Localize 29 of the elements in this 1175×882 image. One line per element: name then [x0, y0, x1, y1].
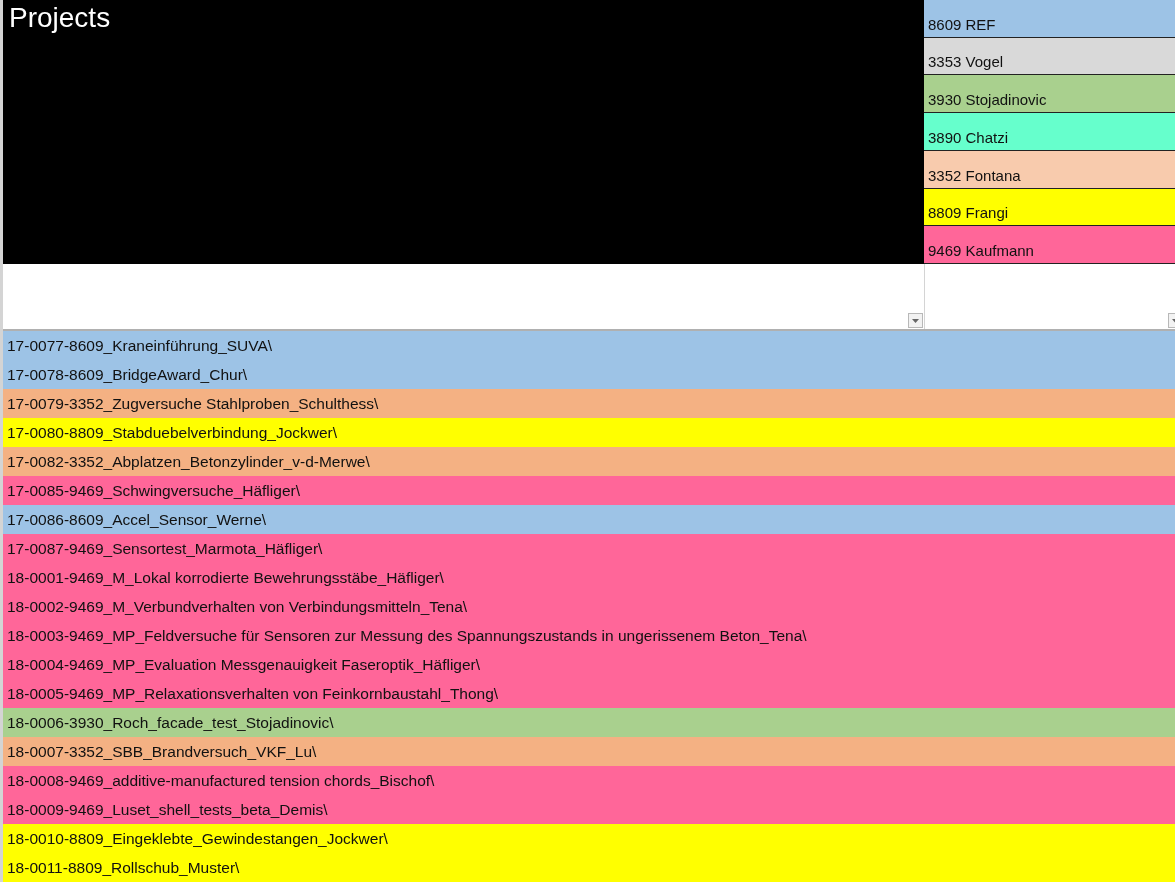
- sheet-title: Projects: [9, 2, 111, 33]
- legend-cell: 3930 Stojadinovic: [924, 75, 1175, 114]
- legend-cell: 3353 Vogel: [924, 37, 1175, 76]
- project-row: 17-0085-9469_Schwingversuche_Häfliger\: [3, 476, 1175, 505]
- project-row: 18-0001-9469_M_Lokal korrodierte Bewehrungsstäbe_Häfliger\: [3, 563, 1175, 592]
- project-row: 18-0008-9469_additive-manufactured tension chords_Bischof\: [3, 766, 1175, 795]
- legend-cell: 8609 REF: [924, 0, 1175, 38]
- project-row: 17-0080-8809_Stabduebelverbindung_Jockwer\: [3, 418, 1175, 447]
- project-row: 17-0082-3352_Abplatzen_Betonzylinder_v-d-Merwe\: [3, 447, 1175, 476]
- project-row: 18-0003-9469_MP_Feldversuche für Sensoren zur Messung des Spannungszustands in ungerissenem Beton_Tena\: [3, 621, 1175, 650]
- legend-cell: 9469 Kaufmann: [924, 226, 1175, 265]
- project-row: 18-0002-9469_M_Verbundverhalten von Verbindungsmitteln_Tena\: [3, 592, 1175, 621]
- project-row: 17-0079-3352_Zugversuche Stahlproben_Schulthess\: [3, 389, 1175, 418]
- project-row: 18-0006-3930_Roch_facade_test_Stojadinovic\: [3, 708, 1175, 737]
- filter-dropdown-button[interactable]: [908, 313, 923, 328]
- project-row: 17-0077-8609_Kraneinführung_SUVA\: [3, 331, 1175, 360]
- project-row: 17-0086-8609_Accel_Sensor_Werne\: [3, 505, 1175, 534]
- legend-cell: 3890 Chatzi: [924, 113, 1175, 151]
- legend-cell: 8809 Frangi: [924, 188, 1175, 227]
- legend-cell: 3352 Fontana: [924, 150, 1175, 189]
- project-row: 18-0004-9469_MP_Evaluation Messgenauigkeit Faseroptik_Häfliger\: [3, 650, 1175, 679]
- project-row: 17-0087-9469_Sensortest_Marmota_Häfliger\: [3, 534, 1175, 563]
- project-row: 18-0011-8809_Rollschub_Muster\: [3, 853, 1175, 882]
- caret-icon: [912, 318, 919, 323]
- project-row: 18-0005-9469_MP_Relaxationsverhalten von Feinkornbaustahl_Thong\: [3, 679, 1175, 708]
- project-row: 18-0007-3352_SBB_Brandversuch_VKF_Lu\: [3, 737, 1175, 766]
- project-row: 17-0078-8609_BridgeAward_Chur\: [3, 360, 1175, 389]
- project-row: 18-0009-9469_Luset_shell_tests_beta_Demis\: [3, 795, 1175, 824]
- project-row: 18-0010-8809_Eingeklebte_Gewindestangen_Jockwer\: [3, 824, 1175, 853]
